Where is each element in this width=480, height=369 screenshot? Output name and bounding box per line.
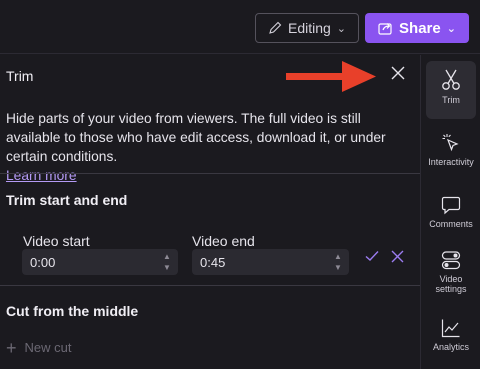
rail-item-comments[interactable]: Comments [421, 195, 480, 229]
rail-label-video-settings-line1: Video [439, 274, 463, 284]
share-button[interactable]: Share ⌄ [365, 13, 469, 43]
chart-icon [441, 319, 460, 338]
section-title-cut: Cut from the middle [6, 303, 139, 319]
description-text: Hide parts of your video from viewers. T… [6, 111, 386, 164]
learn-more-link[interactable]: Learn more [6, 166, 77, 185]
top-bar: Editing ⌄ Share ⌄ [0, 0, 480, 54]
divider [0, 173, 420, 174]
video-end-value: 0:45 [200, 254, 226, 270]
toggle-icon [441, 251, 461, 270]
chevron-up-icon[interactable]: ▲ [334, 252, 342, 261]
red-arrow-annotation [286, 61, 376, 92]
rail-label-analytics: Analytics [432, 342, 469, 352]
chevron-down-icon[interactable]: ▼ [334, 263, 342, 272]
plus-icon: + [6, 337, 17, 358]
rail-item-video-settings[interactable]: Video settings [421, 250, 480, 294]
stepper[interactable]: ▲ ▼ [162, 252, 172, 272]
video-start-field[interactable]: 0:00 ▲ ▼ [22, 249, 178, 275]
editing-button[interactable]: Editing ⌄ [255, 13, 359, 43]
share-label: Share [399, 19, 441, 37]
chevron-down-icon: ⌄ [336, 22, 347, 35]
rail-label-interactivity: Interactivity [428, 157, 474, 167]
right-rail: Trim Interactivity Comments Video settin… [420, 55, 480, 369]
section-title-trim: Trim start and end [6, 192, 128, 208]
cursor-click-icon [442, 134, 459, 152]
close-icon[interactable] [387, 62, 409, 84]
chevron-down-icon: ⌄ [446, 22, 456, 35]
video-end-label: Video end [192, 233, 255, 249]
pencil-icon [269, 21, 282, 34]
panel-title: Trim [6, 68, 34, 84]
trim-panel: Trim Hide parts of your video from viewe… [0, 55, 420, 369]
stepper[interactable]: ▲ ▼ [333, 252, 343, 272]
rail-label-video-settings-line2: settings [435, 284, 467, 294]
rail-item-trim[interactable]: Trim [426, 61, 476, 119]
rail-label-trim: Trim [442, 95, 460, 105]
divider [0, 285, 420, 286]
scissors-icon [442, 69, 460, 90]
editing-label: Editing [287, 20, 331, 36]
share-icon [378, 23, 392, 35]
chevron-down-icon[interactable]: ▼ [163, 263, 171, 272]
rail-item-analytics[interactable]: Analytics [421, 318, 480, 352]
chevron-up-icon[interactable]: ▲ [163, 252, 171, 261]
new-cut-label: New cut [24, 340, 72, 355]
rail-item-interactivity[interactable]: Interactivity [421, 133, 480, 167]
video-start-label: Video start [23, 233, 90, 249]
cancel-x-icon[interactable] [391, 250, 404, 263]
checkmark-icon[interactable] [365, 250, 379, 262]
rail-label-comments: Comments [429, 219, 473, 229]
video-start-value: 0:00 [30, 254, 56, 270]
video-end-field[interactable]: 0:45 ▲ ▼ [192, 249, 349, 275]
comment-icon [441, 196, 461, 215]
new-cut-button[interactable]: + New cut [6, 337, 72, 358]
